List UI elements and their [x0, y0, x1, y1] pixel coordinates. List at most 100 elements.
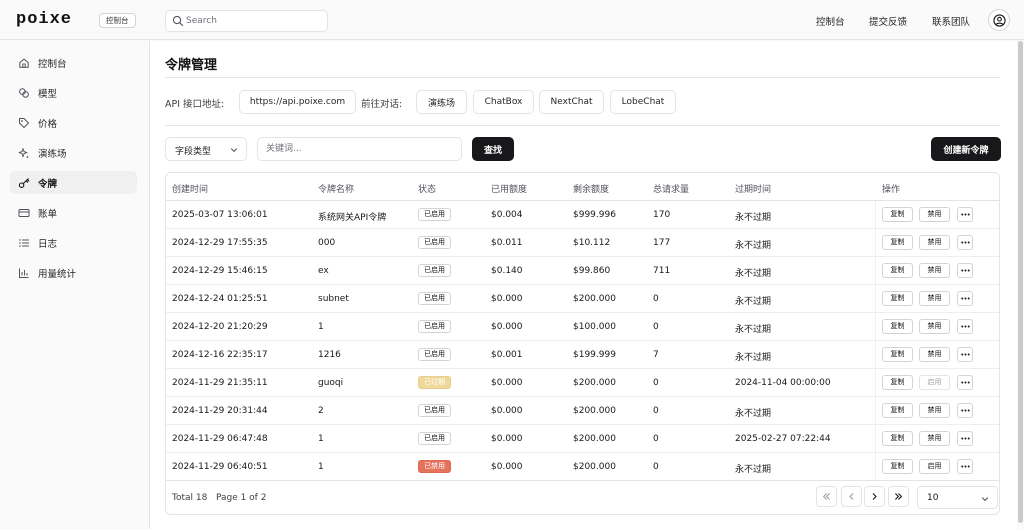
request-count-cell: 0 [653, 434, 659, 444]
last-page-button[interactable] [888, 486, 909, 507]
toggle-button[interactable]: 禁用 [919, 319, 950, 334]
copy-button[interactable]: 复制 [882, 207, 913, 222]
sidebar-item-tokens[interactable]: 令牌 [10, 171, 137, 194]
sidebar-item-usage[interactable]: 用量统计 [10, 261, 137, 284]
column-header: 操作 [882, 185, 901, 195]
created-cell: 2024-11-29 21:35:11 [172, 378, 268, 388]
keyword-input[interactable] [257, 137, 462, 161]
status-badge: 已启用 [418, 320, 451, 333]
tag-icon [18, 117, 30, 129]
status-badge: 已启用 [418, 404, 451, 417]
sidebar-item-models[interactable]: 模型 [10, 81, 137, 104]
top-link-console[interactable]: 控制台 [816, 14, 845, 28]
more-actions-button[interactable] [957, 459, 973, 474]
toggle-button[interactable]: 禁用 [919, 263, 950, 278]
token-name-cell: 系统网关API令牌 [318, 213, 387, 223]
remaining-quota-cell: $10.112 [573, 238, 611, 248]
more-actions-button[interactable] [957, 235, 973, 250]
toggle-button[interactable]: 禁用 [919, 235, 950, 250]
sidebar-item-pricing[interactable]: 价格 [10, 111, 137, 134]
table-row: 2024-12-16 22:35:17 1216 已启用 $0.001 $199.999… [166, 341, 999, 369]
more-actions-button[interactable] [957, 263, 973, 278]
bar-chart-icon [18, 267, 30, 279]
goto-nextchat-button[interactable]: NextChat [539, 90, 604, 114]
create-token-button[interactable]: 创建新令牌 [931, 137, 1001, 161]
expires-cell: 永不过期 [735, 241, 772, 251]
top-link-contact[interactable]: 联系团队 [932, 14, 970, 28]
goto-lobechat-button[interactable]: LobeChat [610, 90, 676, 114]
copy-button[interactable]: 复制 [882, 431, 913, 446]
toggle-button[interactable]: 禁用 [919, 403, 950, 418]
scrollbar-thumb[interactable] [1018, 41, 1023, 523]
copy-button[interactable]: 复制 [882, 235, 913, 250]
copy-button[interactable]: 复制 [882, 459, 913, 474]
goto-playground-button[interactable]: 演练场 [416, 90, 467, 114]
search-box[interactable] [165, 10, 328, 32]
copy-button[interactable]: 复制 [882, 291, 913, 306]
request-count-cell: 0 [653, 462, 659, 472]
field-type-select[interactable]: 字段类型 [165, 137, 247, 161]
used-quota-cell: $0.004 [491, 210, 523, 220]
goto-chatbox-button[interactable]: ChatBox [473, 90, 534, 114]
page-size-select[interactable]: 10 [917, 486, 998, 509]
toggle-button[interactable]: 启用 [919, 459, 950, 474]
created-cell: 2024-12-29 17:55:35 [172, 238, 268, 248]
user-menu-button[interactable] [988, 9, 1010, 31]
table-row: 2024-11-29 20:31:44 2 已启用 $0.000 $200.000 0 永不… [166, 397, 999, 425]
next-page-button[interactable] [864, 486, 885, 507]
more-horizontal-icon [960, 381, 970, 384]
chevron-right-icon [872, 493, 877, 500]
sidebar-item-logs[interactable]: 日志 [10, 231, 137, 254]
first-page-button[interactable] [816, 486, 837, 507]
console-badge[interactable]: 控制台 [99, 13, 136, 28]
toggle-button[interactable]: 禁用 [919, 431, 950, 446]
chevron-down-icon [230, 148, 238, 153]
token-name-cell: 000 [318, 238, 336, 248]
prev-page-button[interactable] [841, 486, 862, 507]
toggle-button[interactable]: 禁用 [919, 207, 950, 222]
more-horizontal-icon [960, 353, 970, 356]
more-actions-button[interactable] [957, 291, 973, 306]
copy-button[interactable]: 复制 [882, 375, 913, 390]
more-horizontal-icon [960, 465, 970, 468]
copy-button[interactable]: 复制 [882, 319, 913, 334]
copy-button[interactable]: 复制 [882, 403, 913, 418]
column-header: 总请求量 [653, 185, 690, 195]
table-row: 2024-12-29 15:46:15 ex 已启用 $0.140 $99.860 711… [166, 257, 999, 285]
more-actions-button[interactable] [957, 319, 973, 334]
toggle-button[interactable]: 启用 [919, 375, 950, 390]
expires-cell: 永不过期 [735, 269, 772, 279]
more-actions-button[interactable] [957, 431, 973, 446]
table-footer: Total 18 Page 1 of 2 10 [166, 480, 999, 514]
sidebar-item-label: 控制台 [38, 58, 67, 70]
logo[interactable]: poixe [16, 10, 72, 29]
sidebar-item-playground[interactable]: 演练场 [10, 141, 137, 164]
expires-cell: 永不过期 [735, 465, 772, 475]
total-count: Total 18 [172, 493, 208, 503]
more-actions-button[interactable] [957, 375, 973, 390]
used-quota-cell: $0.001 [491, 350, 523, 360]
used-quota-cell: $0.011 [491, 238, 523, 248]
sidebar-item-label: 用量统计 [38, 268, 77, 280]
sidebar: 控制台 模型 价格 演练场 令牌 账单 日志 用量统计 [0, 41, 150, 529]
more-horizontal-icon [960, 325, 970, 328]
sidebar-item-billing[interactable]: 账单 [10, 201, 137, 224]
tokens-table: 创建时间 令牌名称 状态 已用额度 剩余额度 总请求量 过期时间 操作 2025… [165, 172, 1000, 515]
more-actions-button[interactable] [957, 207, 973, 222]
more-actions-button[interactable] [957, 403, 973, 418]
more-actions-button[interactable] [957, 347, 973, 362]
sidebar-item-console[interactable]: 控制台 [10, 51, 137, 74]
copy-button[interactable]: 复制 [882, 263, 913, 278]
api-url-button[interactable]: https://api.poixe.com [239, 90, 356, 114]
token-name-cell: guoqi [318, 378, 344, 388]
remaining-quota-cell: $200.000 [573, 434, 616, 444]
search-button[interactable]: 查找 [472, 137, 514, 161]
toggle-button[interactable]: 禁用 [919, 347, 950, 362]
remaining-quota-cell: $200.000 [573, 294, 616, 304]
top-link-feedback[interactable]: 提交反馈 [869, 14, 907, 28]
search-input[interactable] [186, 13, 324, 29]
request-count-cell: 170 [653, 210, 671, 220]
expires-cell: 永不过期 [735, 213, 772, 223]
copy-button[interactable]: 复制 [882, 347, 913, 362]
toggle-button[interactable]: 禁用 [919, 291, 950, 306]
